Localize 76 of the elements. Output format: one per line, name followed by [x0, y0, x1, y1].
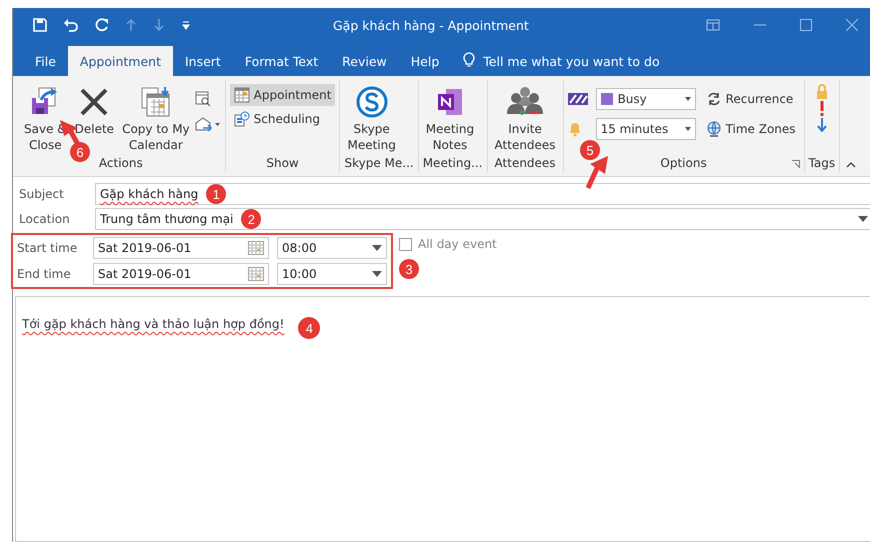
group-label: Skype Me...	[344, 156, 414, 172]
callout-badge: 2	[241, 209, 262, 229]
globe-icon	[706, 121, 722, 137]
ribbon-tab[interactable]: Help	[398, 46, 452, 76]
ribbon-tab[interactable]: File	[23, 46, 68, 76]
people-icon	[507, 86, 544, 118]
callout-badge: 4	[298, 317, 320, 339]
time-dropdown[interactable]: 10:00	[277, 263, 387, 285]
group-label: Actions	[98, 156, 144, 172]
ribbon-tab[interactable]: Format Text	[232, 46, 330, 76]
view-button[interactable]: Appointment	[230, 84, 336, 106]
caret-icon	[684, 97, 691, 101]
up-arrow-icon[interactable]	[125, 18, 137, 32]
field-label: Location	[18, 212, 71, 226]
ribbon-display-icon[interactable]	[706, 19, 720, 31]
group-label: Meeting...	[422, 156, 483, 172]
skype-meeting-button[interactable]: Skype Meeting	[344, 84, 399, 156]
group-label: Tags	[808, 156, 836, 172]
customize-icon[interactable]	[181, 20, 191, 30]
calendar-icon	[234, 87, 250, 103]
date-field[interactable]: Sat 2019-06-01	[93, 237, 269, 259]
reminder-dropdown[interactable]: 15 minutes	[596, 118, 696, 140]
forward-envelope-icon[interactable]	[194, 116, 221, 132]
maximize-icon[interactable]	[800, 19, 812, 31]
skype-icon	[356, 86, 388, 118]
lightbulb-icon	[463, 51, 476, 67]
delete-icon	[78, 86, 110, 118]
checkbox[interactable]	[399, 238, 412, 250]
bell-icon	[568, 121, 582, 137]
calendar-icon	[248, 241, 264, 255]
location-field[interactable]: Trung tâm thương mại 2	[95, 208, 870, 230]
schedule-icon	[234, 111, 250, 127]
ribbon-tab[interactable]: Review	[330, 46, 399, 76]
meeting-notes-button[interactable]: Meeting Notes	[422, 84, 478, 156]
show-as-dropdown[interactable]: Busy	[596, 88, 696, 110]
recurrence-icon	[706, 91, 722, 107]
redo-icon[interactable]	[95, 18, 109, 32]
field-label: End time	[16, 267, 72, 281]
collapse-ribbon-icon[interactable]	[846, 162, 856, 168]
group-label: Attendees	[494, 156, 557, 172]
close-icon[interactable]	[846, 19, 858, 31]
copy-to-calendar-button[interactable]: Copy to My Calendar	[119, 84, 193, 156]
group-label: Options	[660, 156, 707, 172]
recurrence-button[interactable]: Recurrence	[702, 88, 800, 110]
undo-icon[interactable]	[63, 18, 79, 32]
calendar-search-icon[interactable]	[194, 90, 211, 106]
ribbon-tab[interactable]: Insert	[172, 46, 233, 76]
caret-icon	[372, 271, 382, 277]
callout-badge: 1	[206, 184, 226, 204]
time-zones-button[interactable]: Time Zones	[702, 118, 800, 140]
time-dropdown[interactable]: 08:00	[277, 237, 387, 259]
high-importance-icon[interactable]	[818, 101, 825, 116]
group-label: Show	[265, 156, 300, 172]
caret-icon	[684, 127, 691, 131]
tell-me-field[interactable]: Tell me what you want to do	[483, 46, 704, 76]
subject-field[interactable]: Gặp khách hàng 1	[95, 183, 870, 205]
date-field[interactable]: Sat 2019-06-01	[93, 263, 269, 285]
message-body[interactable]: Tới gặp khách hàng và thảo luận hợp đồng! 4	[15, 296, 870, 542]
save-icon[interactable]	[33, 18, 47, 32]
field-label: Start time	[16, 241, 78, 255]
calendar-icon	[248, 267, 264, 281]
caret-icon	[858, 216, 868, 222]
dialog-launcher-icon[interactable]	[792, 160, 800, 168]
field-label: Subject	[18, 187, 65, 201]
callout-badge: 3	[399, 259, 419, 279]
caret-icon	[372, 245, 382, 251]
checkbox-label: All day event	[418, 237, 497, 251]
invite-attendees-button[interactable]: Invite Attendees	[492, 84, 559, 156]
down-arrow-icon[interactable]	[153, 18, 165, 32]
window-title: Gặp khách hàng - Appointment	[333, 18, 530, 32]
ribbon-tab[interactable]: Appointment	[68, 46, 173, 76]
minimize-icon[interactable]	[754, 24, 766, 26]
view-button[interactable]: Scheduling	[230, 108, 336, 130]
body-text: Tới gặp khách hàng và thảo luận hợp đồng!	[22, 317, 284, 331]
show-as-icon	[568, 93, 588, 105]
low-importance-icon[interactable]	[816, 118, 827, 132]
